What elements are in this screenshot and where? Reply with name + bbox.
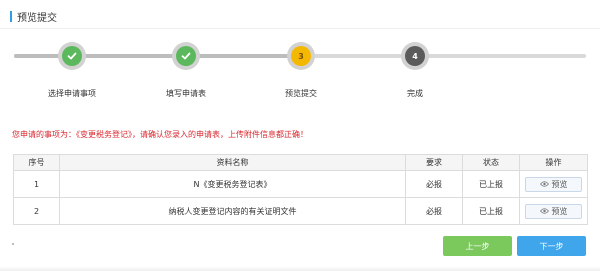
bottom-shadow <box>0 266 600 271</box>
notice-message: 您申请的事项为：《变更税务登记》，请确认您录入的申请表，上传附件信息都正确！ <box>12 130 308 139</box>
table-row: 1 N《变更税务登记表》 必报 已上报 预览 <box>13 170 588 198</box>
checkmark-icon <box>181 52 191 60</box>
step-label: 完成 <box>407 89 423 98</box>
cell-index: 2 <box>13 197 60 225</box>
column-header-index: 序号 <box>13 154 60 171</box>
step-number: 4 <box>405 46 425 66</box>
cell-requirement: 必报 <box>405 197 463 225</box>
step-circle <box>58 42 86 70</box>
eye-icon <box>539 208 549 214</box>
preview-button[interactable]: 预览 <box>525 203 582 219</box>
column-header-name: 资料名称 <box>59 154 406 171</box>
cell-name: 纳税人变更登记内容的有关证明文件 <box>59 197 406 225</box>
header-accent-bar <box>10 10 12 22</box>
cell-status: 已上报 <box>462 197 520 225</box>
step-number: 3 <box>291 46 311 66</box>
materials-table: 序号 资料名称 要求 状态 操作 1 N《变更税务登记表》 必报 已上报 预览 … <box>13 154 588 225</box>
table-header-row: 序号 资料名称 要求 状态 操作 <box>13 154 588 171</box>
page-title: 预览提交 <box>17 12 57 24</box>
cell-index: 1 <box>13 170 60 198</box>
preview-button[interactable]: 预览 <box>525 176 582 192</box>
column-header-requirement: 要求 <box>405 154 463 171</box>
step-complete: 4 完成 <box>370 42 460 99</box>
table-row: 2 纳税人变更登记内容的有关证明文件 必报 已上报 预览 <box>13 197 588 225</box>
cell-action: 预览 <box>519 197 588 225</box>
step-label: 预览提交 <box>285 89 317 98</box>
previous-step-button[interactable]: 上一步 <box>443 236 512 256</box>
step-preview-submit: 3 预览提交 <box>256 42 346 99</box>
next-step-button[interactable]: 下一步 <box>517 236 586 256</box>
step-circle: 4 <box>401 42 429 70</box>
cell-status: 已上报 <box>462 170 520 198</box>
decorative-dot <box>12 243 14 245</box>
header-divider <box>0 28 600 29</box>
preview-button-label: 预览 <box>551 179 568 189</box>
step-label: 选择申请事项 <box>48 89 96 98</box>
preview-button-label: 预览 <box>551 206 568 216</box>
step-circle <box>172 42 200 70</box>
column-header-status: 状态 <box>462 154 520 171</box>
step-fill-form: 填写申请表 <box>141 42 231 99</box>
page-header: 预览提交 <box>10 9 57 24</box>
eye-icon <box>539 181 549 187</box>
checkmark-icon <box>67 52 77 60</box>
column-header-action: 操作 <box>519 154 588 171</box>
step-select-item: 选择申请事项 <box>27 42 117 99</box>
cell-requirement: 必报 <box>405 170 463 198</box>
cell-name: N《变更税务登记表》 <box>59 170 406 198</box>
step-circle: 3 <box>287 42 315 70</box>
cell-action: 预览 <box>519 170 588 198</box>
step-label: 填写申请表 <box>166 89 206 98</box>
progress-steps: 选择申请事项 填写申请表 3 预览提交 4 完成 <box>0 42 600 102</box>
